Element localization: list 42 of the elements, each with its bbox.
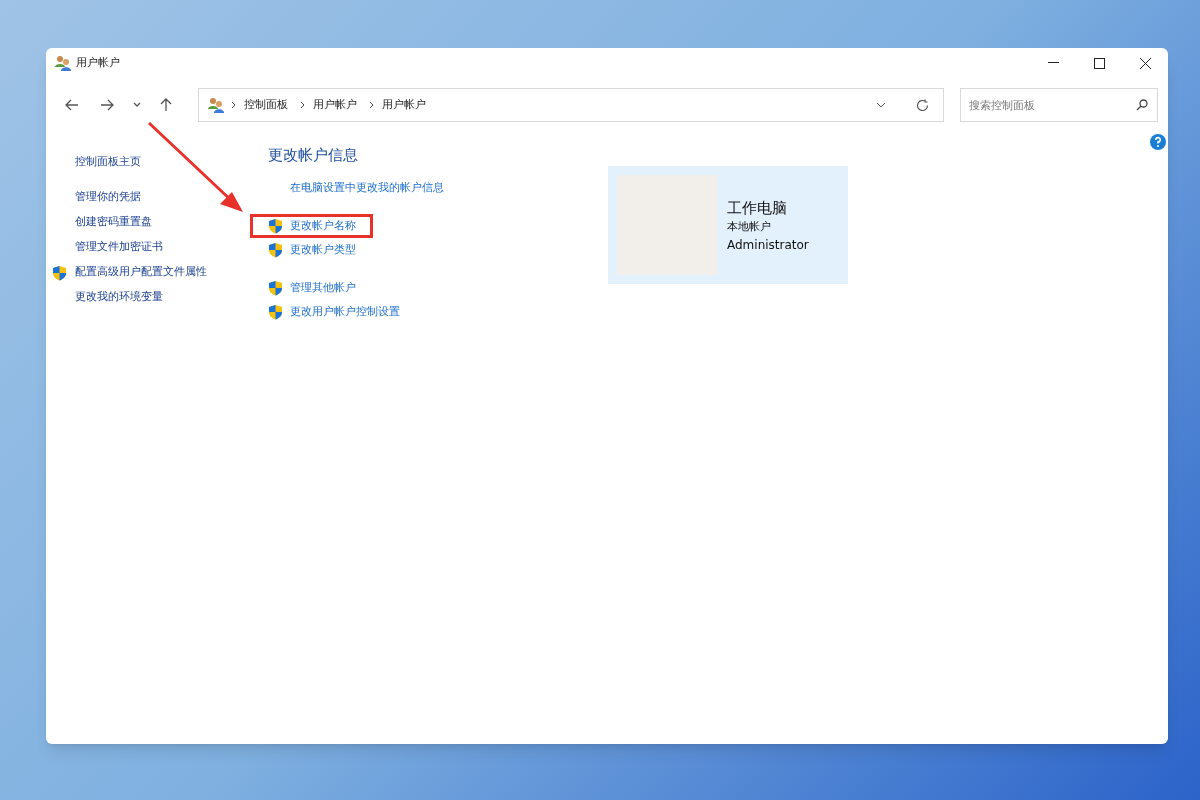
address-bar[interactable]: 控制面板 用户帐户 用户帐户: [197, 88, 944, 122]
task-link[interactable]: 更改帐户类型: [290, 241, 356, 259]
section-heading: 更改帐户信息: [268, 145, 359, 166]
chevron-right-icon: [230, 101, 236, 109]
account-role: Administrator: [727, 236, 809, 254]
shield-icon: [268, 218, 283, 234]
shield-icon: [268, 280, 283, 296]
right-arrow-icon: [100, 98, 115, 112]
breadcrumb-item[interactable]: 控制面板: [243, 96, 288, 114]
task-link[interactable]: 更改用户帐户控制设置: [290, 303, 400, 321]
search-field[interactable]: 搜索控制面板: [959, 88, 1158, 122]
search-icon: [1136, 99, 1148, 111]
sidebar-link[interactable]: 更改我的环境变量: [75, 289, 163, 306]
sidebar-link[interactable]: 创建密码重置盘: [75, 214, 152, 231]
shield-icon: [268, 304, 283, 320]
chevron-right-icon: [368, 101, 374, 109]
task-link[interactable]: 管理其他帐户: [290, 279, 356, 297]
breadcrumb-item[interactable]: 用户帐户: [381, 96, 426, 114]
up-arrow-icon: [159, 98, 174, 112]
users-icon: [206, 96, 225, 114]
account-name: 工作电脑: [727, 197, 788, 219]
chevron-down-icon: [875, 102, 886, 108]
maximize-icon: [1093, 57, 1105, 69]
sidebar-link[interactable]: 管理文件加密证书: [75, 239, 163, 256]
users-icon: [54, 54, 72, 72]
sidebar-link[interactable]: 配置高级用户配置文件属性: [75, 264, 207, 281]
shield-icon: [268, 242, 283, 258]
close-icon: [1139, 57, 1151, 69]
chevron-right-icon: [299, 101, 305, 109]
home-link[interactable]: 控制面板主页: [75, 154, 141, 171]
minimize-icon: [1047, 62, 1059, 64]
sidebar-link[interactable]: 管理你的凭据: [75, 189, 141, 206]
shield-icon: [52, 264, 67, 281]
refresh-icon: [915, 98, 929, 112]
task-link[interactable]: 在电脑设置中更改我的帐户信息: [290, 179, 444, 197]
chevron-down-icon: [132, 102, 141, 108]
account-type: 本地帐户: [727, 219, 772, 235]
help-icon[interactable]: [1150, 134, 1166, 150]
breadcrumb-item[interactable]: 用户帐户: [312, 96, 357, 114]
left-arrow-icon: [64, 98, 79, 112]
task-link[interactable]: 更改帐户名称: [290, 217, 356, 235]
window-title: 用户帐户: [76, 54, 120, 71]
